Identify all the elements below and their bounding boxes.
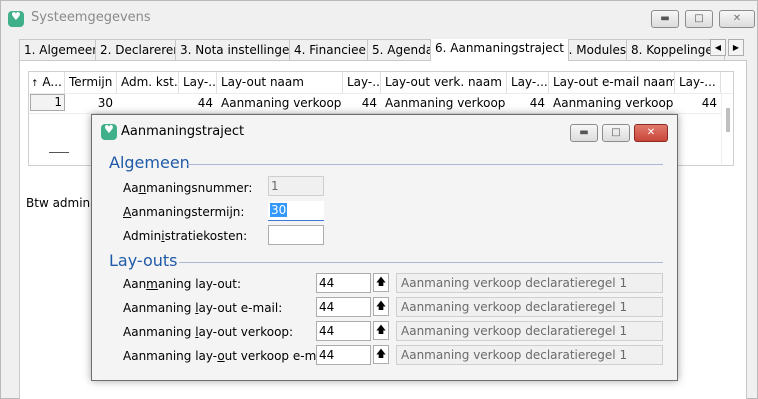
dialog-title: Aanmaningstraject	[121, 124, 245, 139]
layout-lookup-icon[interactable]: 🡅	[373, 273, 389, 292]
tab-agenda[interactable]: 5. Agenda	[367, 39, 439, 60]
administratiekosten-field[interactable]	[268, 225, 324, 245]
grid-cell-adm-kst[interactable]	[121, 94, 175, 113]
tab-scroll-right-icon[interactable]: ▶	[728, 39, 744, 56]
dialog-maximize-icon[interactable]: □	[602, 124, 630, 142]
tab-nota-instellingen[interactable]: 3. Nota instellingen	[175, 39, 302, 60]
sort-icon: ↑	[31, 79, 39, 89]
layout-label: Aanmaning lay-out:	[123, 277, 242, 291]
tab-strip: 1. Algemeen 2. Declareren 3. Nota instel…	[19, 39, 744, 61]
aanmaningstraject-dialog: Aanmaningstraject ▬ □ ✕ Algemeen Aanmani…	[91, 114, 678, 381]
grid-header-layout-naam[interactable]: Lay-out naam	[217, 72, 343, 93]
section-algemeen-divider	[187, 164, 663, 165]
title-bar: Systeemgegevens ▬ □ ✕	[1, 1, 757, 34]
grid-row-marker	[49, 152, 69, 153]
grid-row-selector[interactable]: 1	[30, 94, 65, 111]
tab-scroll-left-icon[interactable]: ◀	[710, 39, 726, 56]
grid-cell-layout-last[interactable]: 44	[675, 94, 717, 113]
layout-verkoop-email-field[interactable]: 44	[316, 345, 371, 365]
close-icon[interactable]: ✕	[719, 10, 755, 28]
section-algemeen: Algemeen	[109, 153, 190, 172]
grid-cell-layout[interactable]: 44	[179, 94, 213, 113]
dialog-minimize-icon[interactable]: ▬	[570, 124, 598, 142]
grid-header-layout[interactable]: Lay-...	[179, 72, 217, 93]
aanmaningstermijn-label: Aanmaningstermijn:	[123, 205, 245, 219]
grid-scroll-thumb[interactable]	[726, 108, 730, 132]
dialog-close-icon[interactable]: ✕	[634, 124, 668, 142]
layout-verkoop-email-label: Aanmaning lay-out verkoop e-mail:	[123, 349, 335, 363]
tab-aanmaningstraject[interactable]: 6. Aanmaningstraject	[430, 39, 569, 61]
layout-verkoop-label: Aanmaning lay-out verkoop:	[123, 325, 294, 339]
grid-cell-termijn[interactable]: 30	[69, 94, 113, 113]
grid-cell-layout-naam[interactable]: Aanmaning verkoop ...	[221, 94, 341, 113]
grid-cell-layout-email[interactable]: 44	[507, 94, 545, 113]
grid-header-layout-email-naam[interactable]: Lay-out e-mail naam	[549, 72, 675, 93]
aanmaningsnummer-label: Aanmaningsnummer:	[123, 181, 253, 195]
grid-vertical-scrollbar[interactable]	[721, 94, 733, 164]
layout-description: Aanmaning verkoop declaratieregel 1	[396, 273, 663, 293]
grid-cell-layout-email-naam[interactable]: Aanmaning verkoop ...	[553, 94, 673, 113]
dialog-title-bar: Aanmaningstraject ▬ □ ✕	[92, 115, 677, 147]
grid-header-a[interactable]: ↑ A...	[29, 72, 65, 93]
layout-verkoop-field[interactable]: 44	[316, 321, 371, 341]
layout-email-lookup-icon[interactable]: 🡅	[373, 297, 389, 316]
layout-verkoop-description: Aanmaning verkoop declaratieregel 1	[396, 321, 663, 341]
grid-cell-layout-verk[interactable]: 44	[343, 94, 377, 113]
tab-declareren[interactable]: 2. Declareren	[95, 39, 186, 60]
grid-header-adm-kst[interactable]: Adm. kst.	[117, 72, 179, 93]
section-layouts: Lay-outs	[109, 251, 178, 270]
grid-header-layout-verk[interactable]: Lay-...	[343, 72, 381, 93]
administratiekosten-label: Administratiekosten:	[123, 229, 248, 243]
layout-verkoop-email-lookup-icon[interactable]: 🡅	[373, 345, 389, 364]
aanmaningsnummer-field[interactable]: 1	[268, 176, 324, 196]
tab-financieel[interactable]: 4. Financieel	[289, 39, 375, 60]
grid-header-layout-verk-naam[interactable]: Lay-out verk. naam	[381, 72, 507, 93]
minimize-icon[interactable]: ▬	[651, 10, 679, 28]
window-title: Systeemgegevens	[31, 10, 151, 25]
btw-label: Btw adminis	[26, 196, 100, 210]
tab-algemeen[interactable]: 1. Algemeen	[19, 39, 105, 60]
layout-verkoop-lookup-icon[interactable]: 🡅	[373, 321, 389, 340]
grid-cell-layout-verk-naam[interactable]: Aanmaning verkoop ...	[385, 94, 505, 113]
layout-email-label: Aanmaning lay-out e-mail:	[123, 301, 283, 315]
app-heart-icon	[8, 10, 24, 27]
grid-header-layout-last[interactable]: Lay-...	[675, 72, 721, 93]
maximize-icon[interactable]: □	[685, 10, 713, 28]
layout-field[interactable]: 44	[316, 273, 371, 293]
app-heart-icon	[101, 123, 117, 140]
aanmaningstermijn-value: 30	[270, 203, 288, 217]
section-layouts-divider	[179, 262, 663, 263]
layout-email-description: Aanmaning verkoop declaratieregel 1	[396, 297, 663, 317]
layout-email-field[interactable]: 44	[316, 297, 371, 317]
layout-verkoop-email-description: Aanmaning verkoop declaratieregel 1	[396, 345, 663, 365]
aanmaningstermijn-field[interactable]: 30	[268, 201, 324, 221]
grid-header-termijn[interactable]: Termijn	[65, 72, 117, 93]
grid-header-layout-email[interactable]: Lay-...	[507, 72, 549, 93]
